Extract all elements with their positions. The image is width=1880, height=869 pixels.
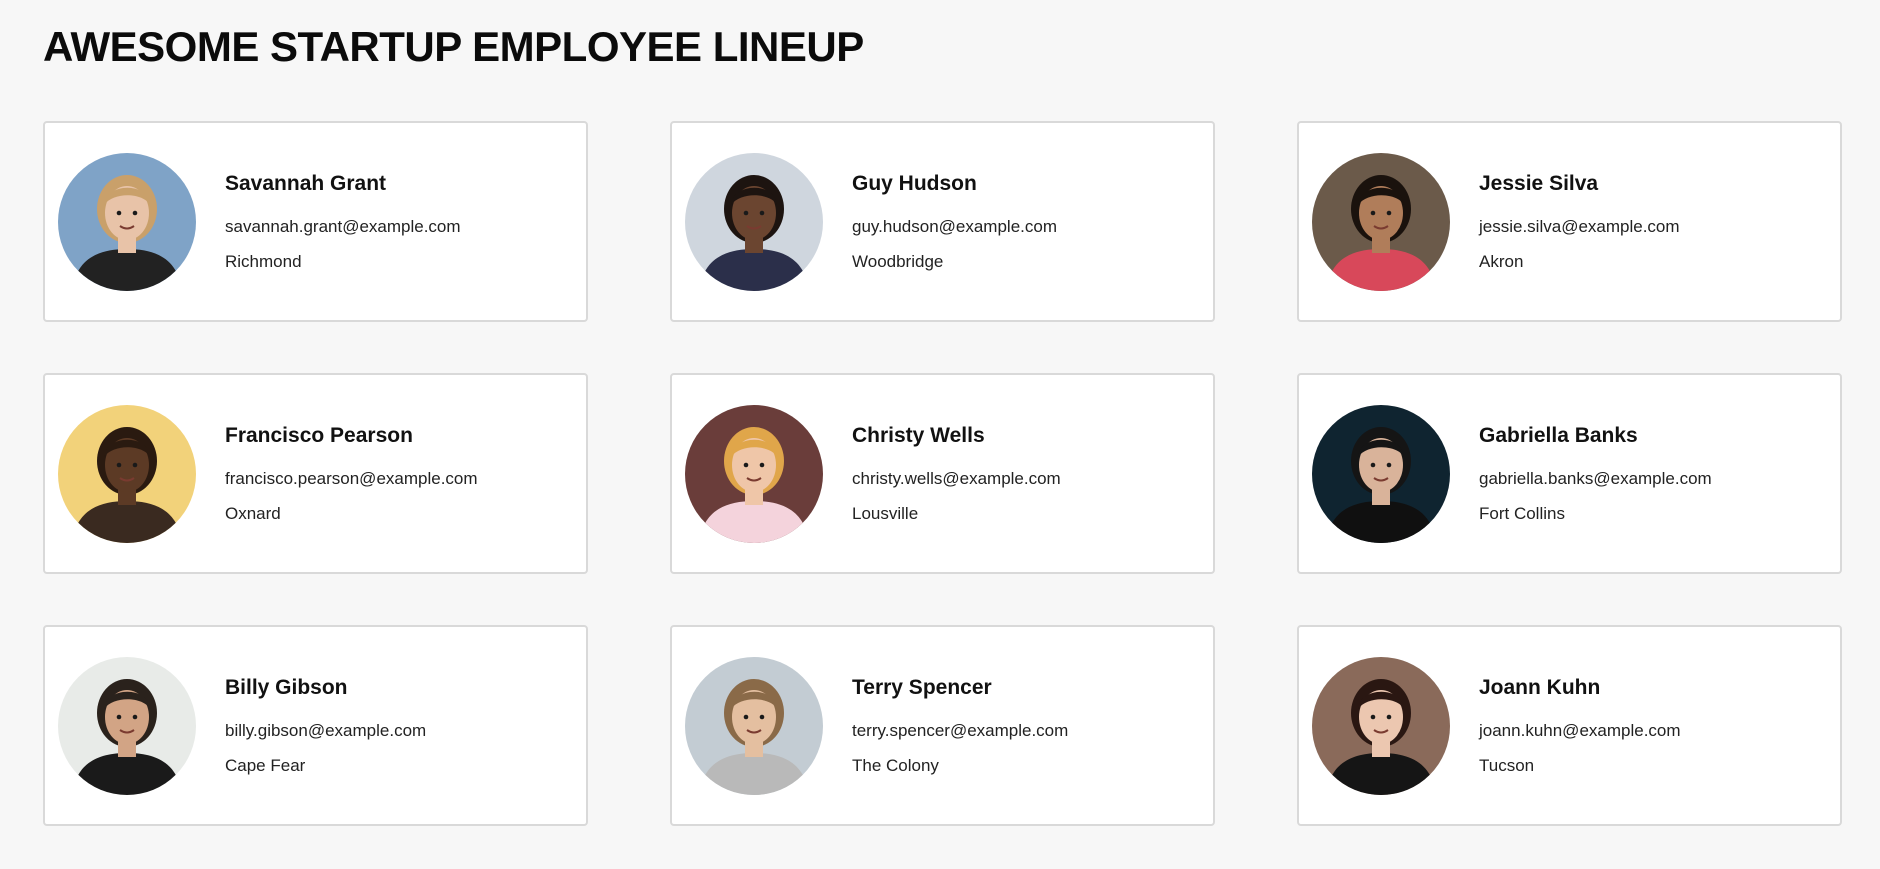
portrait-photo: [685, 656, 823, 795]
employee-info: Gabriella Banks gabriella.banks@example.…: [1479, 424, 1712, 524]
employee-city: Fort Collins: [1479, 503, 1565, 523]
portrait-photo: [685, 404, 823, 543]
page-title: AWESOME STARTUP EMPLOYEE LINEUP: [43, 23, 864, 70]
portrait-photo: [1312, 404, 1450, 543]
avatar: [1312, 152, 1450, 291]
employee-city: Richmond: [225, 251, 302, 271]
employee-card[interactable]: Francisco Pearson francisco.pearson@exam…: [43, 373, 588, 574]
portrait-photo: [58, 404, 196, 543]
employee-email: guy.hudson@example.com: [852, 216, 1057, 236]
employee-info: Guy Hudson guy.hudson@example.com Woodbr…: [852, 172, 1057, 272]
employee-email: jessie.silva@example.com: [1479, 216, 1680, 236]
employee-name: Francisco Pearson: [225, 423, 413, 447]
employee-info: Joann Kuhn joann.kuhn@example.com Tucson: [1479, 676, 1681, 776]
avatar: [1312, 656, 1450, 795]
employee-name: Christy Wells: [852, 423, 985, 447]
employee-city: Tucson: [1479, 755, 1535, 775]
employee-name: Jessie Silva: [1479, 171, 1599, 195]
employee-card[interactable]: Joann Kuhn joann.kuhn@example.com Tucson: [1297, 625, 1842, 826]
employee-email: gabriella.banks@example.com: [1479, 468, 1712, 488]
employee-city: Akron: [1479, 251, 1524, 271]
avatar: [58, 404, 196, 543]
employee-name: Savannah Grant: [225, 171, 387, 195]
page: AWESOME STARTUP EMPLOYEE LINEUP Savannah…: [0, 0, 1880, 869]
employee-name: Gabriella Banks: [1479, 423, 1638, 447]
avatar: [58, 152, 196, 291]
avatar: [685, 404, 823, 543]
avatar: [685, 656, 823, 795]
portrait-photo: [58, 152, 196, 291]
employee-info: Savannah Grant savannah.grant@example.co…: [225, 172, 461, 272]
employee-info: Francisco Pearson francisco.pearson@exam…: [225, 424, 478, 524]
employee-grid: Savannah Grant savannah.grant@example.co…: [43, 121, 1842, 826]
employee-card[interactable]: Savannah Grant savannah.grant@example.co…: [43, 121, 588, 322]
employee-city: Woodbridge: [852, 251, 944, 271]
portrait-photo: [1312, 152, 1450, 291]
avatar: [58, 656, 196, 795]
portrait-photo: [58, 656, 196, 795]
employee-name: Guy Hudson: [852, 171, 977, 195]
employee-email: francisco.pearson@example.com: [225, 468, 478, 488]
employee-name: Billy Gibson: [225, 675, 348, 699]
employee-city: Lousville: [852, 503, 919, 523]
employee-card[interactable]: Guy Hudson guy.hudson@example.com Woodbr…: [670, 121, 1215, 322]
portrait-photo: [1312, 656, 1450, 795]
employee-card[interactable]: Christy Wells christy.wells@example.com …: [670, 373, 1215, 574]
employee-email: christy.wells@example.com: [852, 468, 1061, 488]
avatar: [685, 152, 823, 291]
employee-email: billy.gibson@example.com: [225, 720, 427, 740]
employee-card[interactable]: Gabriella Banks gabriella.banks@example.…: [1297, 373, 1842, 574]
employee-info: Billy Gibson billy.gibson@example.com Ca…: [225, 676, 426, 776]
employee-info: Jessie Silva jessie.silva@example.com Ak…: [1479, 172, 1680, 272]
employee-email: savannah.grant@example.com: [225, 216, 461, 236]
employee-card[interactable]: Jessie Silva jessie.silva@example.com Ak…: [1297, 121, 1842, 322]
employee-info: Terry Spencer terry.spencer@example.com …: [852, 676, 1068, 776]
employee-email: joann.kuhn@example.com: [1479, 720, 1681, 740]
employee-email: terry.spencer@example.com: [852, 720, 1069, 740]
avatar: [1312, 404, 1450, 543]
employee-card[interactable]: Terry Spencer terry.spencer@example.com …: [670, 625, 1215, 826]
employee-city: The Colony: [852, 755, 939, 775]
employee-name: Joann Kuhn: [1479, 675, 1601, 699]
employee-city: Cape Fear: [225, 755, 306, 775]
employee-info: Christy Wells christy.wells@example.com …: [852, 424, 1061, 524]
portrait-photo: [685, 152, 823, 291]
employee-city: Oxnard: [225, 503, 281, 523]
employee-name: Terry Spencer: [852, 675, 992, 699]
employee-card[interactable]: Billy Gibson billy.gibson@example.com Ca…: [43, 625, 588, 826]
